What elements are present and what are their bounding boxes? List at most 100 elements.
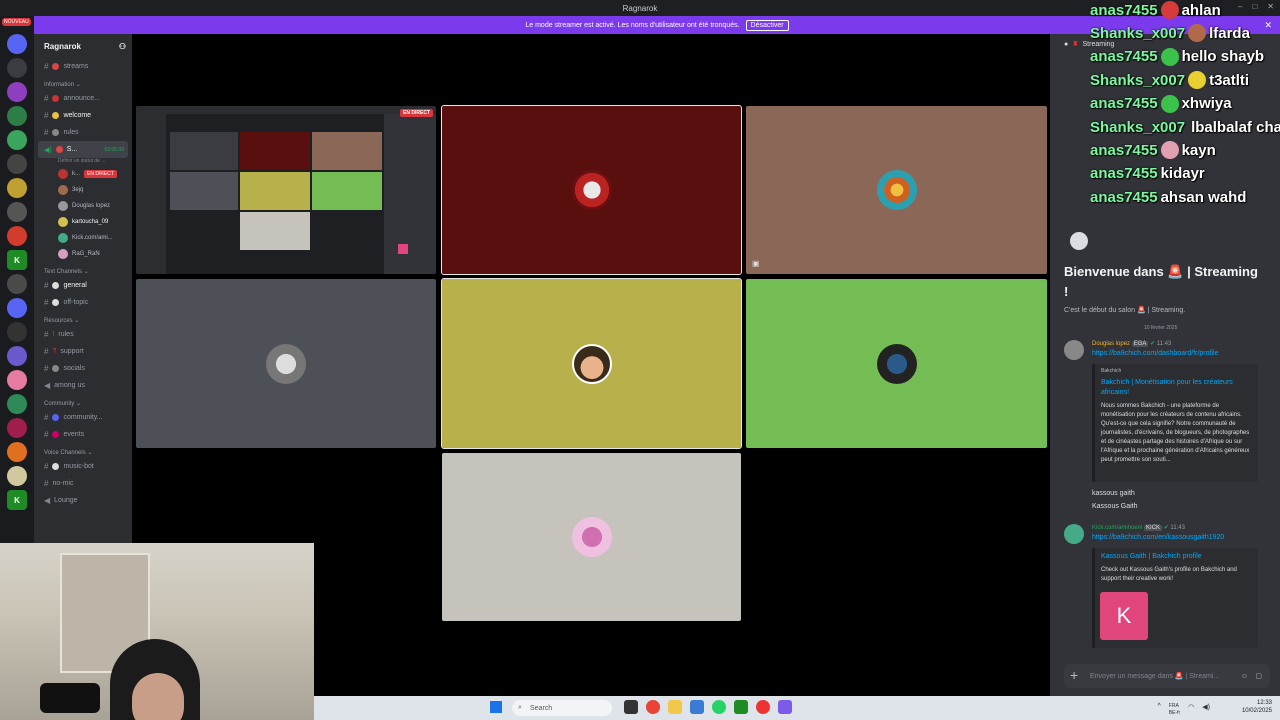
server-icon[interactable] [7,322,27,342]
server-icon[interactable] [7,346,27,366]
avatar [266,343,306,384]
files-icon[interactable] [624,700,638,714]
author-name[interactable]: Kick.com/aminoeni [1092,525,1142,531]
maximize-button[interactable]: □ [1252,2,1257,11]
embed-title[interactable]: Bakchich | Monétisation pour les créateu… [1095,374,1258,398]
voice-member[interactable]: Douglas lopez [34,198,132,214]
participant-tile[interactable] [442,453,741,621]
channel-rules-2[interactable]: #! rules [34,326,132,343]
category-resources[interactable]: Resources ⌄ [34,311,132,326]
server-icon[interactable] [7,106,27,126]
avatar[interactable] [1064,340,1084,360]
kick-server-icon[interactable]: K [7,250,27,270]
embed-title[interactable]: Kassous Gaith | Bakchich profile [1095,548,1258,562]
folder-icon[interactable] [668,700,682,714]
start-icon[interactable] [490,701,502,713]
message-link[interactable]: https://ba9chich.com/en/kassousgaith1920 [1092,534,1224,541]
channel-rules[interactable]: # rules [34,124,132,141]
channel-among-us[interactable]: ◀ among us [34,377,132,394]
kick-server-icon[interactable]: K [7,490,27,510]
avatar[interactable] [1064,524,1084,544]
server-icon[interactable] [7,442,27,462]
channel-announce[interactable]: # announce... [34,90,132,107]
app-icon[interactable] [778,700,792,714]
embed-thumbnail[interactable]: K [1100,592,1148,640]
emoji-icon[interactable]: ☺ [1241,673,1248,680]
server-icon[interactable] [7,394,27,414]
avatar [58,201,68,211]
add-member-icon[interactable]: ⚇ [119,42,126,51]
gift-icon[interactable]: ▢ [1255,672,1262,680]
participant-tile[interactable] [441,105,742,275]
server-icon[interactable] [7,274,27,294]
search-icon: ⌕ [518,704,522,711]
channel-welcome[interactable]: # welcome [34,107,132,124]
verified-icon: ✔ [1163,525,1169,531]
channel-socials[interactable]: # socials [34,360,132,377]
server-icon[interactable] [7,226,27,246]
server-icon[interactable] [7,178,27,198]
server-icon[interactable] [7,130,27,150]
speaker-icon: ◀ [44,381,51,390]
plus-icon[interactable]: + [1070,667,1078,683]
app-icon[interactable] [734,700,748,714]
message-link[interactable]: https://ba9chich.com/dashboard/fr/profil… [1092,350,1218,357]
voice-member[interactable]: 3ejq [34,182,132,198]
welcome-title: Bienvenue dans 🚨 | Streaming ! [1064,264,1258,299]
chevron-up-icon[interactable]: ^ [1157,703,1160,717]
voice-member[interactable]: kartoucha_09 [34,214,132,230]
voice-member[interactable]: k... EN DIRECT [34,166,132,182]
channel-lounge[interactable]: ◀ Lounge [34,492,132,509]
app-icon[interactable] [690,700,704,714]
channel-events[interactable]: # events [34,426,132,443]
server-icon[interactable] [7,370,27,390]
server-icon[interactable] [7,34,27,54]
channel-streams[interactable]: # streams [34,58,132,75]
participant-tile[interactable]: ▣ [746,106,1047,274]
screenshare-tile[interactable]: EN DIRECT [136,106,436,274]
webcam-face [132,673,184,720]
wifi-icon[interactable]: ◠ [1188,703,1194,717]
language-indicator[interactable]: FRA BE-fr [1169,703,1180,717]
participant-tile[interactable] [746,279,1047,448]
taskbar-search[interactable]: ⌕ Search [512,700,612,716]
server-icon[interactable] [7,202,27,222]
voice-member[interactable]: Kick.com/ami... [34,230,132,246]
server-icon[interactable] [7,82,27,102]
close-banner-icon[interactable]: ✕ [1264,20,1272,31]
participant-tile[interactable] [136,279,436,448]
category-community[interactable]: Community ⌄ [34,394,132,409]
message-input[interactable]: + Envoyer un message dans 🚨 | Streami...… [1064,664,1270,688]
channel-general[interactable]: # general [34,277,132,294]
voice-channel-streaming[interactable]: ◀) S... 03:05:09 [38,141,128,158]
channel-off-topic[interactable]: # off-topic [34,294,132,311]
opera-icon[interactable] [756,700,770,714]
disable-streamer-button[interactable]: Désactiver [745,19,789,31]
category-information[interactable]: Information ⌄ [34,75,132,90]
minimize-button[interactable]: – [1238,2,1242,11]
channel-support[interactable]: #? support [34,343,132,360]
close-button[interactable]: ✕ [1267,2,1274,11]
set-status-hint[interactable]: Définir un statut de ... [34,158,132,166]
category-text-channels[interactable]: Text Channels ⌄ [34,262,132,277]
taskbar-clock[interactable]: 12:33 10/02/2025 [1242,699,1272,715]
server-icon[interactable] [7,298,27,318]
whatsapp-icon[interactable] [712,700,726,714]
voice-member[interactable]: RaG_RaN [34,246,132,262]
emoji-icon [52,431,60,438]
channel-music-bot[interactable]: # music-bot [34,458,132,475]
category-voice-channels[interactable]: Voice Channels ⌄ [34,443,132,458]
server-icon[interactable] [7,466,27,486]
volume-icon[interactable]: ◀) [1202,703,1210,717]
channel-community[interactable]: # community... [34,409,132,426]
link-embed: Bakchich Bakchich | Monétisation pour le… [1092,364,1258,482]
server-icon[interactable] [7,418,27,438]
tag-badge: KICK [1144,525,1163,531]
author-name[interactable]: Douglas lopez [1092,341,1130,347]
server-icon[interactable] [7,58,27,78]
chrome-icon[interactable] [646,700,660,714]
server-header[interactable]: Ragnarok ⚇ [34,34,132,58]
participant-tile[interactable] [441,278,742,449]
channel-no-mic[interactable]: # no-mic [34,475,132,492]
server-icon[interactable] [7,154,27,174]
